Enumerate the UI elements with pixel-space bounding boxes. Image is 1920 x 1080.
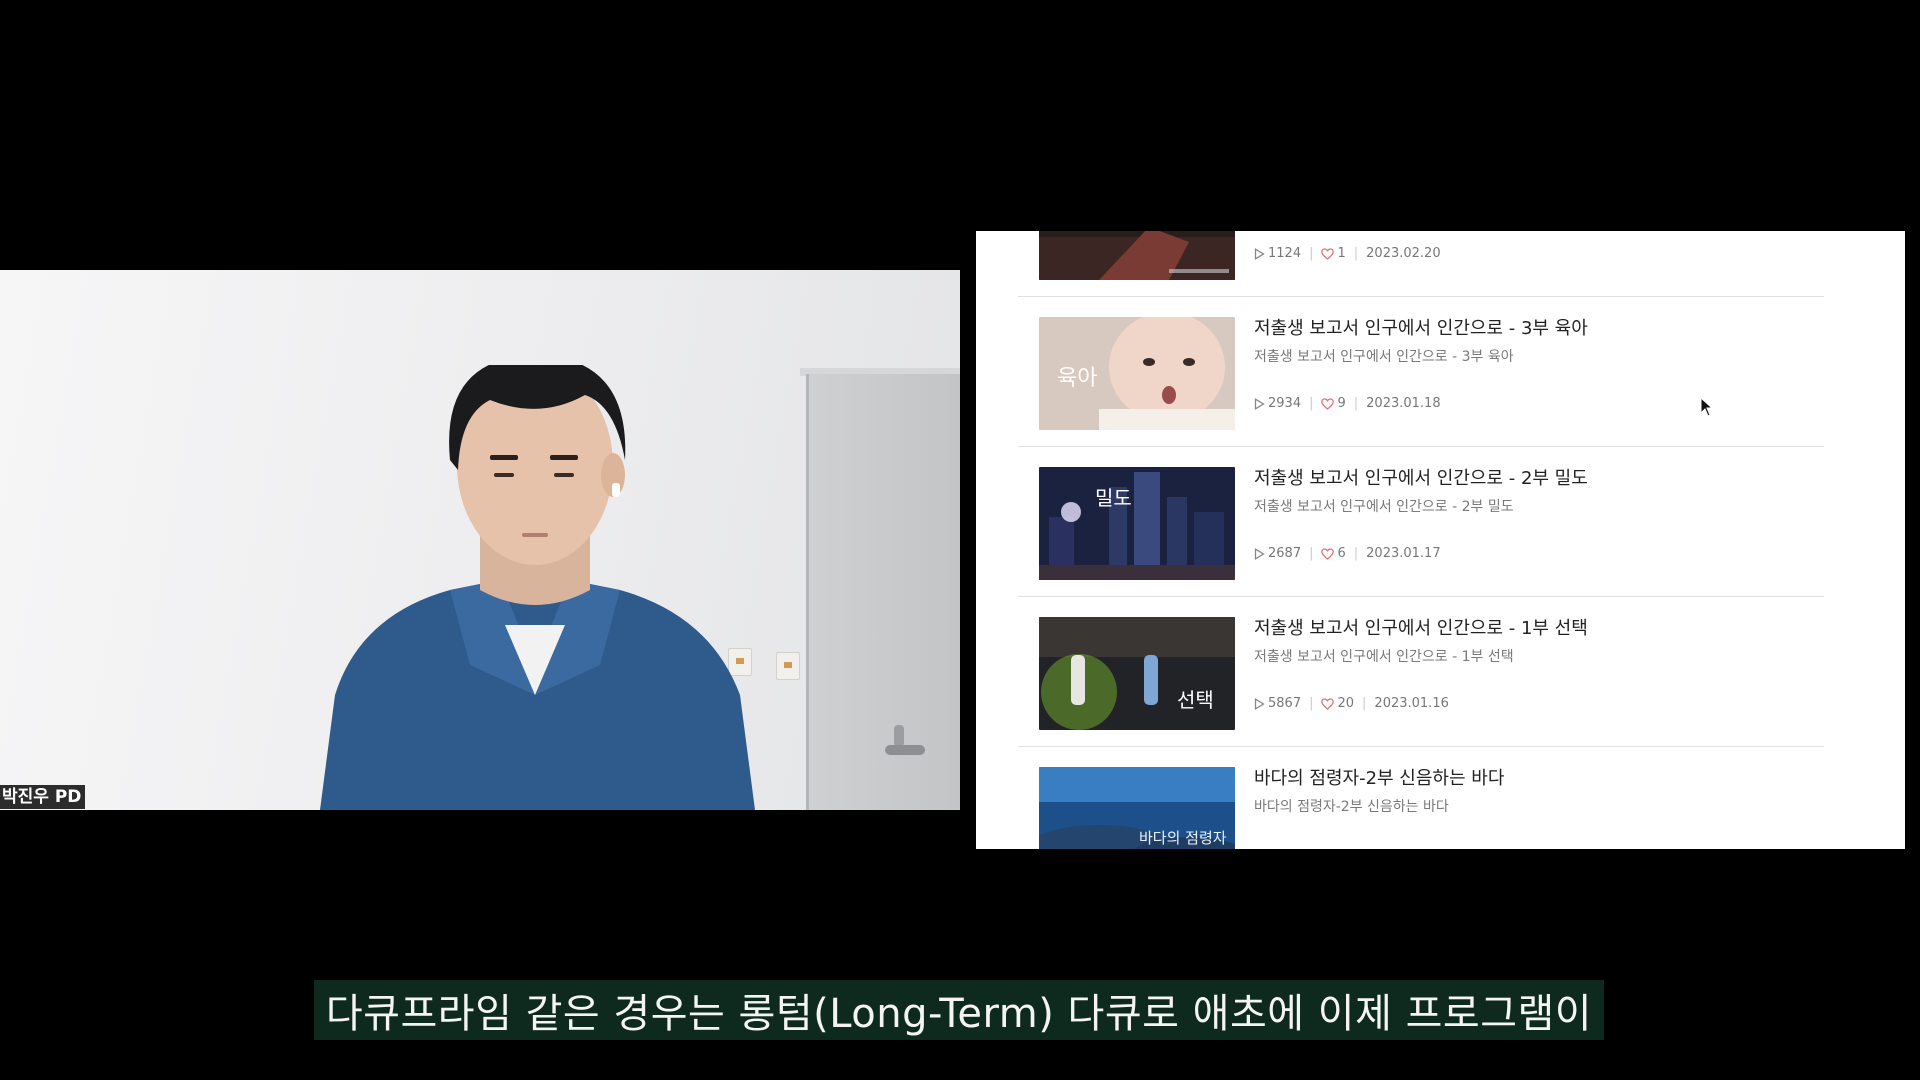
list-item[interactable]: 바다의 점령자 바다의 점령자-2부 신음하는 바다 바다의 점령자-2부 신음… (1018, 746, 1824, 849)
view-count: 1124 (1268, 246, 1302, 261)
like-count: 1 (1337, 246, 1346, 261)
list-item[interactable]: 육아 저출생 보고서 인구에서 인간으로 - 3부 육아 저출생 보고서 인구에… (1018, 296, 1824, 447)
video-meta: 2934 | 9 | 2023.01.18 (1254, 396, 1441, 411)
meta-separator: | (1353, 546, 1359, 561)
video-subtitle: 저출생 보고서 인구에서 인간으로 - 3부 육아 (1254, 349, 1514, 365)
play-outline-icon (1254, 397, 1265, 410)
video-subtitle: 저출생 보고서 인구에서 인간으로 - 2부 밀도 (1254, 499, 1514, 515)
list-item[interactable]: 밀도 저출생 보고서 인구에서 인간으로 - 2부 밀도 저출생 보고서 인구에… (1018, 446, 1824, 597)
video-thumbnail[interactable]: 밀도 (1039, 467, 1235, 580)
video-thumbnail[interactable]: 바다의 점령자 (1039, 767, 1235, 849)
like-count: 6 (1337, 546, 1346, 561)
door (806, 374, 960, 810)
like-count: 9 (1337, 396, 1346, 411)
participant-name-tag: 박진우 PD (0, 785, 86, 809)
thumbnail-caption: 밀도 (1095, 486, 1132, 510)
door-lock (894, 725, 904, 747)
view-count: 2687 (1268, 546, 1302, 561)
heart-outline-icon[interactable] (1321, 547, 1335, 560)
webcam-video: 박진우 PD (0, 270, 960, 810)
upload-date: 2023.02.20 (1366, 246, 1441, 261)
list-item[interactable]: 선택 저출생 보고서 인구에서 인간으로 - 1부 선택 저출생 보고서 인구에… (1018, 596, 1824, 747)
meta-separator: | (1309, 696, 1314, 711)
video-list-panel: 1124 | 1 | 2023.02.20 육아 저출생 보고서 인구에서 인간… (976, 231, 1905, 849)
wall-switch (776, 652, 800, 680)
view-count: 5867 (1268, 696, 1302, 711)
list-item[interactable]: 1124 | 1 | 2023.02.20 (1018, 231, 1824, 297)
video-title[interactable]: 저출생 보고서 인구에서 인간으로 - 2부 밀도 (1254, 464, 1588, 490)
thumbnail-caption: 선택 (1177, 688, 1214, 712)
play-outline-icon (1254, 247, 1265, 260)
thumbnail-caption: 육아 (1057, 366, 1097, 391)
heart-outline-icon[interactable] (1321, 397, 1335, 410)
like-count: 20 (1337, 696, 1355, 711)
video-thumbnail[interactable] (1039, 231, 1235, 280)
meta-separator: | (1309, 546, 1314, 561)
heart-outline-icon[interactable] (1321, 247, 1335, 260)
meta-separator: | (1362, 696, 1367, 711)
video-title[interactable]: 바다의 점령자-2부 신음하는 바다 (1254, 764, 1504, 790)
video-title[interactable]: 저출생 보고서 인구에서 인간으로 - 1부 선택 (1254, 614, 1588, 640)
video-subtitle: 저출생 보고서 인구에서 인간으로 - 1부 선택 (1254, 649, 1514, 665)
video-meta: 1124 | 1 | 2023.02.20 (1254, 246, 1441, 261)
subtitle-text: 다큐프라임 같은 경우는 롱텀(Long-Term) 다큐로 애초에 이제 프로… (325, 991, 1593, 1037)
video-thumbnail[interactable]: 선택 (1039, 617, 1235, 730)
view-count: 2934 (1268, 396, 1302, 411)
subtitle-caption: 다큐프라임 같은 경우는 롱텀(Long-Term) 다큐로 애초에 이제 프로… (314, 980, 1604, 1040)
thumbnail-caption: 바다의 점령자 (1139, 829, 1227, 847)
play-outline-icon (1254, 547, 1265, 560)
video-thumbnail[interactable]: 육아 (1039, 317, 1235, 430)
heart-outline-icon[interactable] (1321, 697, 1335, 710)
meta-separator: | (1309, 396, 1314, 411)
video-meta: 5867 | 20 | 2023.01.16 (1254, 696, 1449, 711)
mouse-cursor-icon (1700, 397, 1714, 417)
participant-figure (320, 365, 755, 810)
meta-separator: | (1353, 396, 1359, 411)
door-handle (885, 745, 925, 755)
upload-date: 2023.01.18 (1366, 396, 1441, 411)
meta-separator: | (1353, 246, 1359, 261)
video-meta: 2687 | 6 | 2023.01.17 (1254, 546, 1441, 561)
video-title[interactable]: 저출생 보고서 인구에서 인간으로 - 3부 육아 (1254, 314, 1588, 340)
upload-date: 2023.01.17 (1366, 546, 1441, 561)
meta-separator: | (1309, 246, 1314, 261)
upload-date: 2023.01.16 (1374, 696, 1449, 711)
video-subtitle: 바다의 점령자-2부 신음하는 바다 (1254, 799, 1449, 815)
play-outline-icon (1254, 697, 1265, 710)
screen: 박진우 PD 1124 | 1 | 2023.02.20 육아 저출생 보고서 … (0, 0, 1920, 1080)
